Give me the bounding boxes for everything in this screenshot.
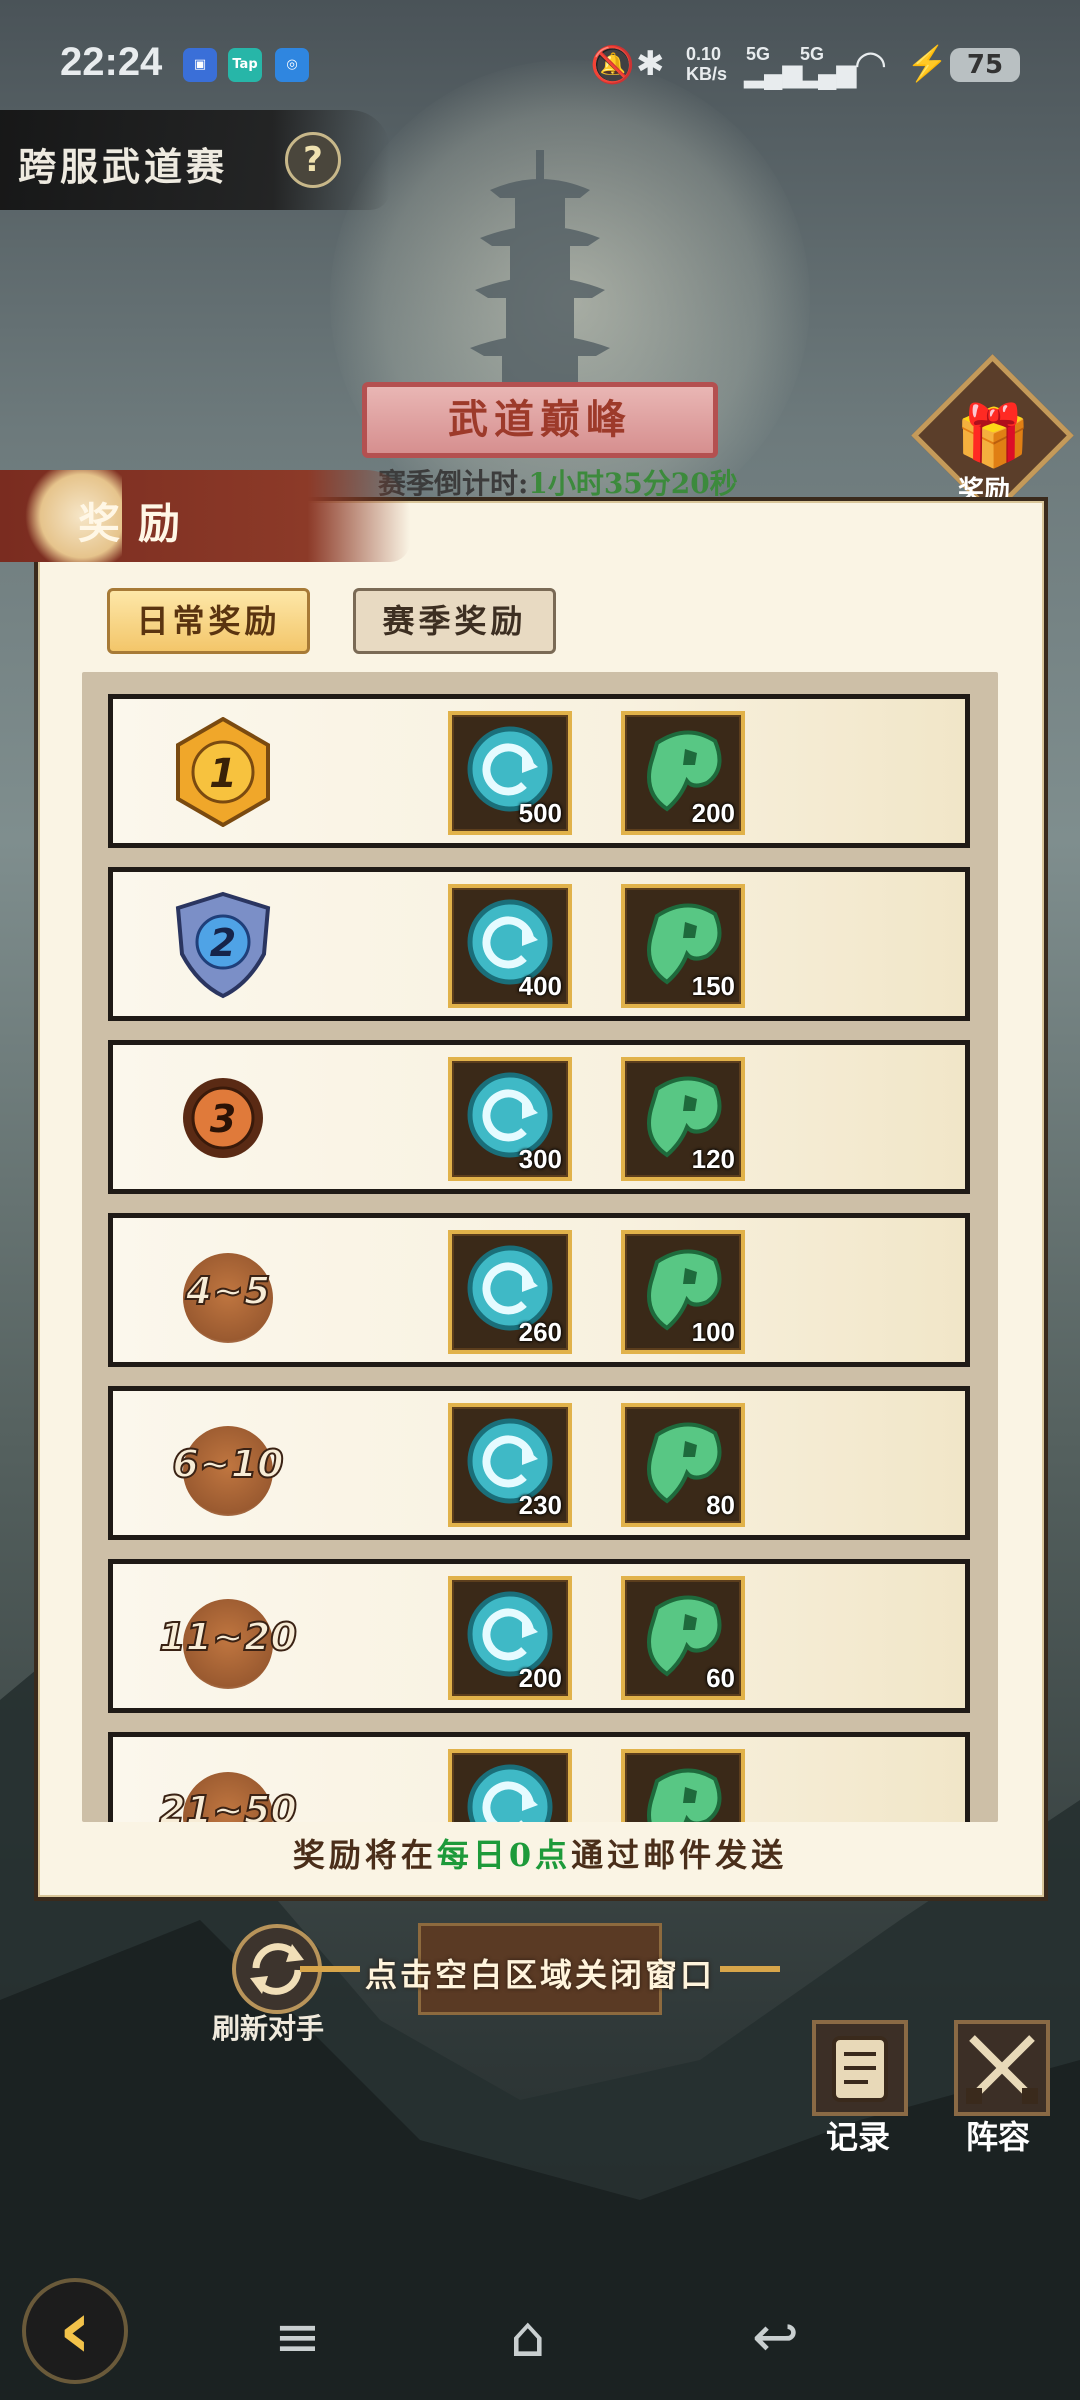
jade-quantity: 100 — [691, 1317, 735, 1347]
browser-app-icon: ◎ — [275, 48, 309, 82]
coin-quantity: 200 — [518, 1663, 562, 1693]
jade-reward-slot[interactable]: 100 — [621, 1230, 745, 1354]
season-countdown-value: 1小时35分20秒 — [528, 467, 738, 500]
charging-icon: ⚡ — [906, 45, 949, 83]
page-title: 跨服武道赛 — [18, 144, 229, 189]
rank-silver-shield-icon: 2 — [175, 891, 271, 999]
coin-reward-slot[interactable]: 200 — [448, 1576, 572, 1700]
coin-reward-slot[interactable] — [448, 1749, 572, 1822]
reward-row: 6~10 230 80 — [108, 1386, 970, 1540]
rank-range: 11~20 — [158, 1614, 298, 1660]
rank-range: 6~10 — [171, 1441, 284, 1487]
coin-quantity: 300 — [518, 1144, 562, 1174]
reward-row: 4~5 260 100 — [108, 1213, 970, 1367]
tab-daily-rewards[interactable]: 日常奖励 — [107, 588, 310, 654]
back-arrow-icon[interactable]: ‹ — [22, 2278, 128, 2384]
reward-row: 3 300 120 — [108, 1040, 970, 1194]
crossed-swords-icon — [966, 2035, 1038, 2104]
rank-number: 2 — [210, 921, 236, 965]
coin-quantity: 260 — [518, 1317, 562, 1347]
jade-reward-slot[interactable]: 80 — [621, 1403, 745, 1527]
app-notification-icon: ▣ — [183, 48, 217, 82]
coin-quantity: 230 — [518, 1490, 562, 1520]
coin-quantity: 500 — [518, 798, 562, 828]
reward-delivery-note: 奖励将在每日0点通过邮件发送 — [0, 1830, 1080, 1876]
home-nav-icon[interactable]: ⌂ — [510, 2305, 546, 2370]
rank-gold-badge-icon: 1 — [176, 717, 270, 827]
wifi-icon: ◠ — [854, 44, 888, 86]
status-time: 22:24 — [60, 40, 163, 84]
jade-quantity: 60 — [706, 1663, 735, 1693]
tab-season-rewards[interactable]: 赛季奖励 — [353, 588, 556, 654]
rank-bronze-badge-icon: 3 — [183, 1078, 263, 1158]
close-window-hint[interactable]: 点击空白区域关闭窗口 — [270, 1950, 810, 1996]
mute-icon: 🔕 — [590, 44, 635, 85]
pagoda-illustration — [470, 150, 610, 390]
record-button[interactable] — [812, 2020, 908, 2116]
coin-reward-slot[interactable]: 500 — [448, 711, 572, 835]
footer-highlight: 每日0点 — [436, 1836, 572, 1874]
jade-quantity: 120 — [691, 1144, 735, 1174]
network-speed-value: 0.10 — [686, 44, 722, 64]
coin-reward-slot[interactable]: 300 — [448, 1057, 572, 1181]
modal-title: 奖励 — [78, 499, 199, 548]
coin-quantity: 400 — [518, 971, 562, 1001]
coin-icon — [467, 1764, 553, 1822]
gift-icon: 🎁 — [955, 401, 1031, 471]
signal-icon: ▂▄▆ — [744, 58, 803, 88]
network-speed: 0.10 KB/s — [686, 44, 727, 84]
lineup-label: 阵容 — [966, 2118, 1031, 2156]
reward-row: 21~50 — [108, 1732, 970, 1822]
jade-reward-slot[interactable] — [621, 1749, 745, 1822]
jade-quantity: 200 — [691, 798, 735, 828]
menu-nav-icon[interactable]: ≡ — [274, 2305, 321, 2370]
jade-reward-slot[interactable]: 120 — [621, 1057, 745, 1181]
season-countdown: 赛季倒计时:1小时35分20秒 — [378, 462, 738, 502]
battery-indicator: 75 — [950, 48, 1020, 82]
footer-suffix: 通过邮件发送 — [571, 1836, 788, 1874]
jade-icon — [647, 1768, 722, 1822]
record-label: 记录 — [826, 2118, 891, 2156]
back-nav-icon[interactable]: ↩ — [752, 2305, 799, 2370]
help-icon: ? — [303, 140, 323, 180]
rank-number: 3 — [210, 1097, 236, 1141]
jade-reward-slot[interactable]: 150 — [621, 884, 745, 1008]
jade-quantity: 80 — [706, 1490, 735, 1520]
coin-reward-slot[interactable]: 230 — [448, 1403, 572, 1527]
jade-reward-slot[interactable]: 200 — [621, 711, 745, 835]
reward-list[interactable]: 1 500 200 2 400 150 3 300 120 4~5 260 10… — [82, 672, 998, 1822]
network-speed-unit: KB/s — [686, 64, 728, 84]
scroll-icon — [832, 2036, 888, 2102]
coin-reward-slot[interactable]: 260 — [448, 1230, 572, 1354]
peak-banner: 武道巅峰 — [362, 382, 718, 458]
jade-quantity: 150 — [691, 971, 735, 1001]
refresh-opponent-label: 刷新对手 — [212, 2012, 325, 2045]
reward-row: 2 400 150 — [108, 867, 970, 1021]
signal-icon: ▂▄▆ — [798, 58, 857, 88]
reward-row: 11~20 200 60 — [108, 1559, 970, 1713]
rank-range: 21~50 — [158, 1787, 298, 1822]
help-button[interactable]: ? — [285, 132, 341, 188]
tap-app-icon: Tap — [228, 48, 262, 82]
coin-reward-slot[interactable]: 400 — [448, 884, 572, 1008]
bluetooth-icon: ✱ — [636, 45, 665, 83]
footer-prefix: 奖励将在 — [292, 1836, 437, 1874]
rank-range: 4~5 — [185, 1268, 272, 1314]
lineup-button[interactable] — [954, 2020, 1050, 2116]
reward-row: 1 500 200 — [108, 694, 970, 848]
rank-number: 1 — [209, 751, 237, 797]
jade-reward-slot[interactable]: 60 — [621, 1576, 745, 1700]
